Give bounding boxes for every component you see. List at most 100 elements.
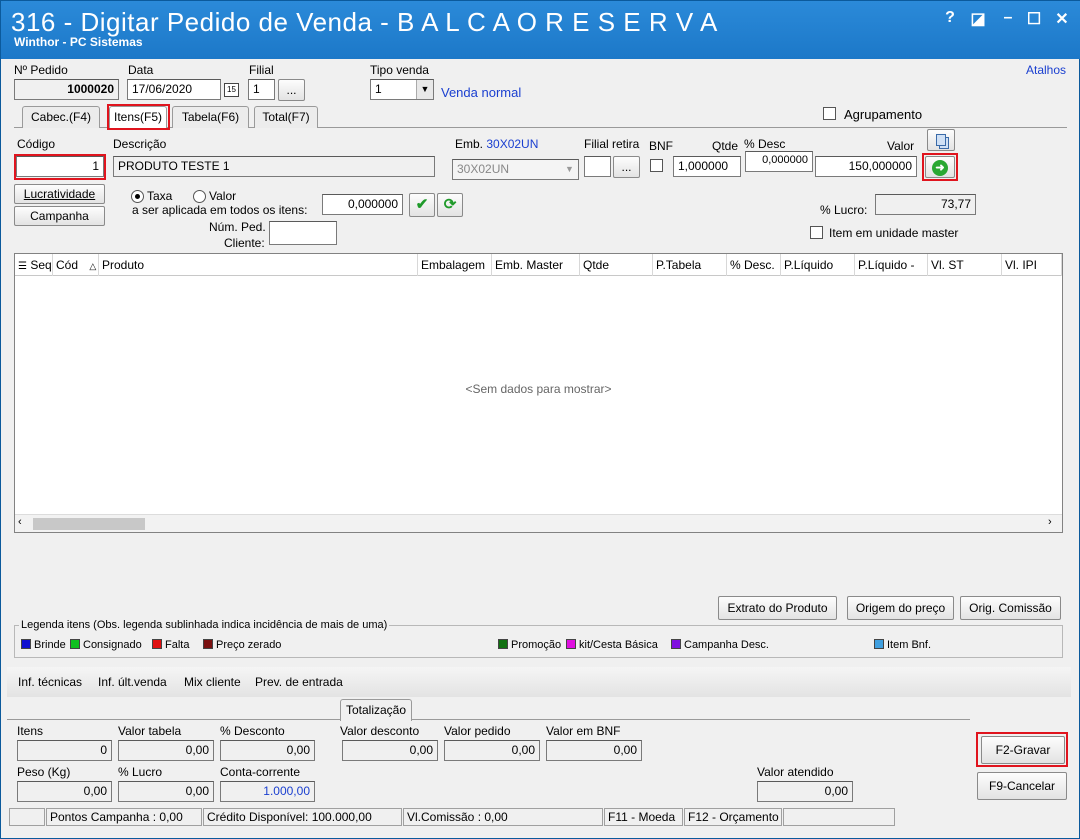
aplicada-field[interactable]: 0,000000 bbox=[322, 194, 403, 215]
column-header-cod[interactable]: Cód △ bbox=[53, 254, 99, 276]
tab-inf-tecnicas[interactable]: Inf. técnicas bbox=[18, 675, 82, 689]
column-header-vlst[interactable]: Vl. ST bbox=[928, 254, 1002, 276]
legend-label-brinde: Brinde bbox=[34, 639, 66, 651]
help-icon[interactable]: ? bbox=[939, 9, 961, 27]
valor-desconto-field: 0,00 bbox=[342, 740, 438, 761]
tipo-venda-select[interactable]: 1 ▼ bbox=[370, 79, 434, 100]
lucratividade-button[interactable]: Lucratividade bbox=[14, 184, 105, 204]
title-bar[interactable]: 316 - Digitar Pedido de Venda - B A L C … bbox=[1, 1, 1080, 59]
bnf-label: BNF bbox=[649, 139, 673, 153]
status-pontos: Pontos Campanha : 0,00 bbox=[46, 808, 202, 826]
pedido-label: Nº Pedido bbox=[14, 63, 68, 77]
valor-field[interactable]: 150,000000 bbox=[815, 156, 917, 177]
codigo-label: Código bbox=[17, 137, 56, 151]
legend-label-promocao: Promoção bbox=[511, 639, 562, 651]
item-master-checkbox[interactable] bbox=[810, 226, 823, 239]
column-header-ptabela[interactable]: P.Tabela bbox=[653, 254, 727, 276]
legend-item-bnf: Item Bnf. bbox=[874, 639, 931, 651]
filial-retira-button[interactable]: ... bbox=[613, 156, 640, 178]
data-field[interactable]: 17/06/2020 bbox=[127, 79, 221, 100]
column-header-produto[interactable]: Produto bbox=[99, 254, 418, 276]
origem-preco-button[interactable]: Origem do preço bbox=[847, 596, 954, 620]
column-header-vlipi[interactable]: Vl. IPI bbox=[1002, 254, 1062, 276]
calendar-icon[interactable]: 15 bbox=[224, 83, 239, 97]
qtde-field[interactable]: 1,000000 bbox=[673, 156, 741, 177]
extrato-produto-button[interactable]: Extrato do Produto bbox=[718, 596, 837, 620]
bnf-checkbox[interactable] bbox=[650, 159, 663, 172]
column-header-emb-master[interactable]: Emb. Master bbox=[492, 254, 580, 276]
tab-cabec[interactable]: Cabec.(F4) bbox=[22, 106, 100, 128]
valor-pedido-label: Valor pedido bbox=[444, 724, 511, 738]
orig-comissao-button[interactable]: Orig. Comissão bbox=[960, 596, 1061, 620]
column-header-pliquido[interactable]: P.Líquido bbox=[781, 254, 855, 276]
apply-check-button[interactable]: ✔ bbox=[409, 193, 435, 217]
tipo-venda-value: 1 bbox=[375, 82, 382, 96]
legend-item-consignado: Consignado bbox=[70, 639, 142, 651]
col-cod: Cód bbox=[56, 258, 79, 272]
codigo-highlight bbox=[14, 154, 106, 180]
data-label: Data bbox=[128, 63, 154, 77]
legend-label-preco-zerado: Preço zerado bbox=[216, 639, 282, 651]
legend-swatch-falta bbox=[152, 639, 162, 649]
tab-inf-ult-venda[interactable]: Inf. últ.venda bbox=[98, 675, 167, 689]
tab-prev-entrada[interactable]: Prev. de entrada bbox=[255, 675, 343, 689]
items-grid[interactable]: ☰ Seq Cód △ Produto Embalagem Emb. Maste… bbox=[14, 253, 1063, 533]
lucro-field: 73,77 bbox=[875, 194, 976, 215]
horizontal-scrollbar[interactable]: ‹ › bbox=[15, 514, 1062, 532]
chevron-down-icon[interactable]: ▼ bbox=[561, 160, 578, 179]
scroll-right-icon[interactable]: › bbox=[1048, 516, 1052, 528]
legend-swatch-consignado bbox=[70, 639, 80, 649]
status-credito: Crédito Disponível: 100.000,00 bbox=[203, 808, 402, 826]
valor-radio[interactable] bbox=[193, 190, 206, 203]
emb-label-text: Emb. bbox=[455, 137, 484, 151]
filial-label: Filial bbox=[249, 63, 274, 77]
conta-corrente-label: Conta-corrente bbox=[220, 765, 301, 779]
campanha-button[interactable]: Campanha bbox=[14, 206, 105, 226]
taxa-radio[interactable] bbox=[131, 190, 144, 203]
legend-swatch-preco-zerado bbox=[203, 639, 213, 649]
filial-field[interactable]: 1 bbox=[248, 79, 275, 100]
maximize-icon[interactable]: ☐ bbox=[1023, 9, 1045, 29]
minimize-icon[interactable]: – bbox=[997, 9, 1019, 27]
tab-mix-cliente[interactable]: Mix cliente bbox=[184, 675, 241, 689]
tipo-venda-label: Tipo venda bbox=[370, 63, 429, 77]
filial-search-button[interactable]: ... bbox=[278, 79, 305, 101]
chevron-down-icon[interactable]: ▼ bbox=[416, 80, 433, 99]
valor-label: Valor bbox=[887, 139, 915, 153]
legend-item-promocao: Promoção bbox=[498, 639, 561, 651]
form-body: Nº Pedido 1000020 Data 17/06/2020 15 Fil… bbox=[7, 59, 1075, 834]
restore-icon[interactable]: ◪ bbox=[967, 9, 989, 29]
legend-label-consignado: Consignado bbox=[83, 639, 142, 651]
column-header-desc[interactable]: % Desc. bbox=[727, 254, 781, 276]
tab-total[interactable]: Total(F7) bbox=[254, 106, 318, 128]
emb-label: Emb. 30X02UN bbox=[455, 137, 538, 151]
totalizacao-line bbox=[7, 719, 970, 720]
column-header-seq[interactable]: ☰ Seq bbox=[15, 254, 53, 276]
status-f11[interactable]: F11 - Moeda bbox=[604, 808, 683, 826]
scroll-left-icon[interactable]: ‹ bbox=[18, 516, 22, 528]
tab-totalizacao[interactable]: Totalização bbox=[340, 699, 412, 721]
num-ped-cliente-field[interactable] bbox=[269, 221, 337, 245]
refresh-button[interactable]: ⟳ bbox=[437, 193, 463, 217]
legend-item-falta: Falta bbox=[152, 639, 189, 651]
column-header-embalagem[interactable]: Embalagem bbox=[418, 254, 492, 276]
close-icon[interactable]: ✕ bbox=[1051, 9, 1073, 29]
column-header-pliquido-2[interactable]: P.Líquido - bbox=[855, 254, 928, 276]
item-master-label: Item em unidade master bbox=[829, 226, 959, 240]
cancelar-button[interactable]: F9-Cancelar bbox=[977, 772, 1067, 800]
status-f12[interactable]: F12 - Orçamento bbox=[684, 808, 782, 826]
desc-field[interactable]: 0,000000 bbox=[745, 151, 813, 172]
filial-retira-field[interactable] bbox=[584, 156, 611, 177]
itens-label: Itens bbox=[17, 724, 44, 738]
tab-tabela[interactable]: Tabela(F6) bbox=[172, 106, 249, 128]
legend-label-kit: kit/Cesta Básica bbox=[579, 639, 658, 651]
emb-select[interactable]: 30X02UN ▼ bbox=[452, 159, 579, 180]
gravar-highlight bbox=[976, 732, 1068, 767]
copy-button[interactable] bbox=[927, 129, 955, 151]
atalhos-link[interactable]: Atalhos bbox=[1026, 63, 1066, 77]
scroll-thumb[interactable] bbox=[33, 518, 145, 530]
agrupamento-checkbox[interactable] bbox=[823, 107, 836, 120]
status-cell-end bbox=[783, 808, 895, 826]
valor-atendido-field: 0,00 bbox=[757, 781, 853, 802]
column-header-qtde[interactable]: Qtde bbox=[580, 254, 653, 276]
